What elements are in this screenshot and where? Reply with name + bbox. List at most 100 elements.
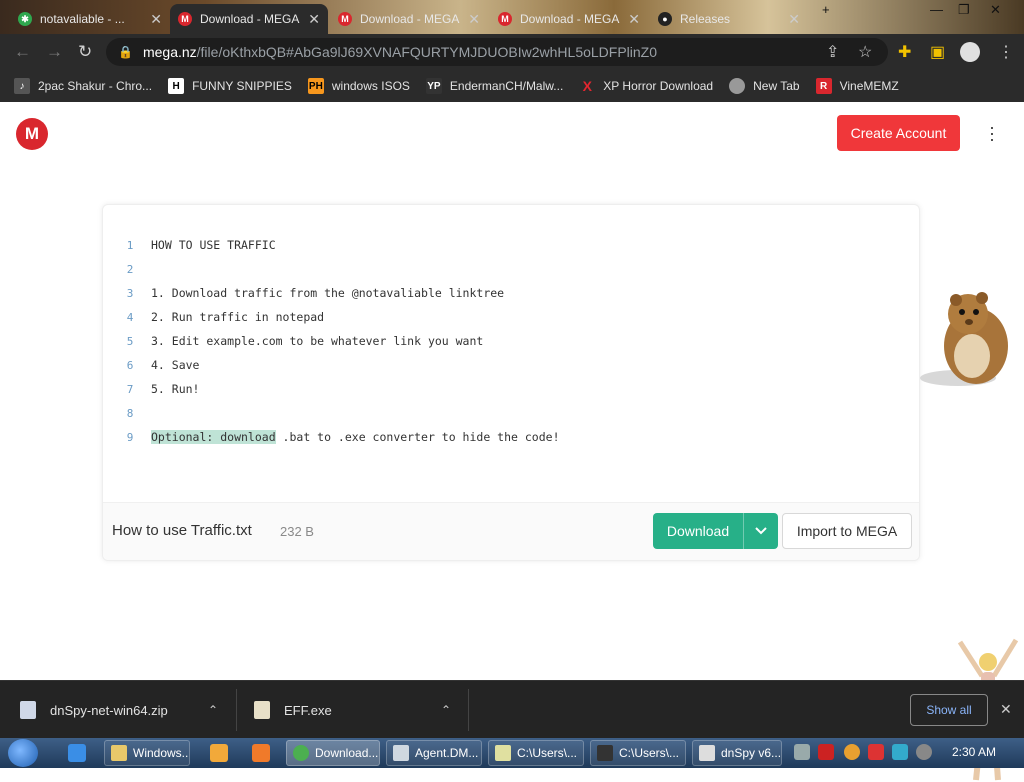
browser-tab-strip: ✱ notavaliable - ... ✕ M Download - MEGA…	[0, 0, 1024, 34]
chevron-up-icon[interactable]: ⌃	[441, 703, 451, 717]
download-button[interactable]: Download	[653, 513, 778, 549]
close-icon[interactable]: ✕	[622, 11, 640, 28]
task-users-1[interactable]: C:\Users\...	[488, 740, 584, 766]
line-number: 8	[126, 406, 134, 420]
task-label: Windows...	[133, 746, 190, 760]
address-bar[interactable]: 🔒 mega.nz /file/oKthxbQB#AbGa9lJ69XVNAFQ…	[106, 38, 888, 66]
mega-logo[interactable]: M	[16, 118, 48, 150]
restore-icon[interactable]: ❐	[958, 2, 970, 18]
app-icon[interactable]	[252, 744, 270, 762]
tab-title: Download - MEGA	[360, 12, 460, 26]
profile-icon[interactable]	[960, 42, 980, 62]
clock: 2:30 AM	[952, 745, 997, 759]
close-icon[interactable]: ✕	[144, 11, 162, 28]
start-button[interactable]	[8, 739, 38, 767]
close-icon[interactable]: ✕	[302, 11, 320, 28]
hamster-pet-image	[920, 292, 1008, 386]
line-text: 5. Run!	[151, 382, 200, 396]
task-users-2[interactable]: C:\Users\...	[590, 740, 686, 766]
line-text: 1. Download traffic from the @notavaliab…	[151, 286, 505, 300]
text-preview: 1 HOW TO USE TRAFFIC 2 3 1. Download traff…	[103, 233, 919, 449]
bookmark-label: EndermanCH/Malw...	[449, 79, 564, 93]
selected-text: Optional: download	[151, 430, 276, 444]
line-number: 9	[126, 430, 134, 444]
url-path: /file/oKthxbQB#AbGa9lJ69XVNAFQURTYMJDUOB…	[196, 44, 658, 60]
star-icon[interactable]: ☆	[858, 42, 872, 62]
new-tab-icon[interactable]: +	[822, 2, 830, 17]
line-number: 3	[126, 286, 134, 300]
task-label: Download...	[315, 746, 379, 760]
minimize-icon[interactable]: —	[930, 2, 943, 17]
line-text[interactable]: Optional: download .bat to .exe converte…	[151, 430, 560, 444]
notepad-icon	[495, 745, 511, 761]
back-icon[interactable]: ←	[14, 42, 31, 62]
bookmark-label: FUNNY SNIPPIES	[192, 79, 292, 93]
download-item-eff[interactable]: EFF.exe ⌃	[254, 681, 459, 739]
mega-icon: M	[338, 12, 352, 26]
line-text: 4. Save	[151, 358, 200, 372]
bookmark-label: XP Horror Download	[603, 79, 714, 93]
antivirus-icon[interactable]	[818, 744, 834, 760]
chevron-up-icon[interactable]: ⌃	[208, 703, 218, 717]
ie-icon[interactable]	[68, 744, 86, 762]
task-windows[interactable]: Windows...	[104, 740, 190, 766]
search-icon[interactable]	[844, 744, 860, 760]
window-icon	[393, 745, 409, 761]
volume-icon[interactable]	[916, 744, 932, 760]
tab-title: Download - MEGA	[200, 12, 300, 26]
tab-download-mega-active[interactable]: M Download - MEGA ✕	[170, 4, 328, 34]
task-agent[interactable]: Agent.DM...	[386, 740, 482, 766]
bookmark-windows-isos[interactable]: PH windows ISOS	[307, 78, 410, 94]
bookmark-vinememz[interactable]: R VineMEMZ	[815, 78, 899, 94]
yp-icon: YP	[425, 78, 442, 94]
tab-download-mega-2[interactable]: M Download - MEGA ✕	[330, 4, 488, 34]
code-line: 2	[103, 257, 919, 281]
sidebar-icon[interactable]: ▣	[930, 42, 945, 62]
tab-title: notavaliable - ...	[40, 12, 125, 26]
file-name: How to use Traffic.txt	[112, 522, 252, 539]
chevron-down-icon[interactable]	[743, 513, 778, 549]
close-icon[interactable]: ✕	[782, 11, 800, 28]
download-shelf: dnSpy-net-win64.zip ⌃ EFF.exe ⌃ Show all…	[0, 680, 1024, 738]
show-all-button[interactable]: Show all	[910, 694, 988, 726]
network-icon[interactable]	[892, 744, 908, 760]
task-download-chrome[interactable]: Download...	[286, 740, 380, 766]
tab-notavaliable[interactable]: ✱ notavaliable - ... ✕	[10, 4, 170, 34]
bookmark-new-tab[interactable]: New Tab	[729, 78, 800, 94]
bookmark-endermanch[interactable]: YP EndermanCH/Malw...	[425, 78, 564, 94]
more-options-icon[interactable]: · · ·	[988, 118, 996, 148]
divider	[236, 689, 237, 731]
bookmark-2pac[interactable]: ♪ 2pac Shakur - Chro...	[14, 78, 152, 94]
download-item-dnspy[interactable]: dnSpy-net-win64.zip ⌃	[20, 681, 225, 739]
reload-icon[interactable]: ↻	[78, 42, 92, 62]
task-dnspy[interactable]: dnSpy v6....	[692, 740, 782, 766]
media-player-icon[interactable]	[210, 744, 228, 762]
close-icon[interactable]: ✕	[1000, 701, 1012, 718]
bookmark-label: windows ISOS	[331, 79, 410, 93]
file-size: 232 B	[280, 524, 314, 539]
url-host: mega.nz	[142, 44, 197, 60]
bookmark-xp-horror[interactable]: X XP Horror Download	[579, 78, 714, 94]
tab-releases[interactable]: ● Releases ✕	[650, 4, 808, 34]
bookmark-funny-snippies[interactable]: H FUNNY SNIPPIES	[168, 78, 292, 94]
code-line: 7 5. Run!	[103, 377, 919, 401]
line-text-rest: .bat to .exe converter to hide the code!	[275, 430, 560, 444]
chrome-icon	[293, 745, 309, 761]
menu-icon[interactable]: ⋮	[998, 42, 1014, 62]
tray-icon[interactable]	[794, 744, 810, 760]
line-number: 1	[126, 238, 134, 252]
share-icon[interactable]: ⇪	[826, 42, 839, 62]
task-label: C:\Users\...	[619, 746, 680, 760]
flag-icon[interactable]	[868, 744, 884, 760]
mega-icon: M	[178, 12, 192, 26]
dnspy-icon	[699, 745, 715, 761]
lock-icon: 🔒	[118, 45, 133, 59]
line-number: 5	[126, 334, 134, 348]
forward-icon[interactable]: →	[46, 42, 63, 62]
extensions-icon[interactable]: ✚	[898, 42, 911, 62]
import-to-mega-button[interactable]: Import to MEGA	[782, 513, 912, 549]
close-icon[interactable]: ✕	[462, 11, 480, 28]
create-account-button[interactable]: Create Account	[837, 115, 960, 151]
tab-download-mega-3[interactable]: M Download - MEGA ✕	[490, 4, 648, 34]
window-close-icon[interactable]: ✕	[990, 2, 1001, 18]
